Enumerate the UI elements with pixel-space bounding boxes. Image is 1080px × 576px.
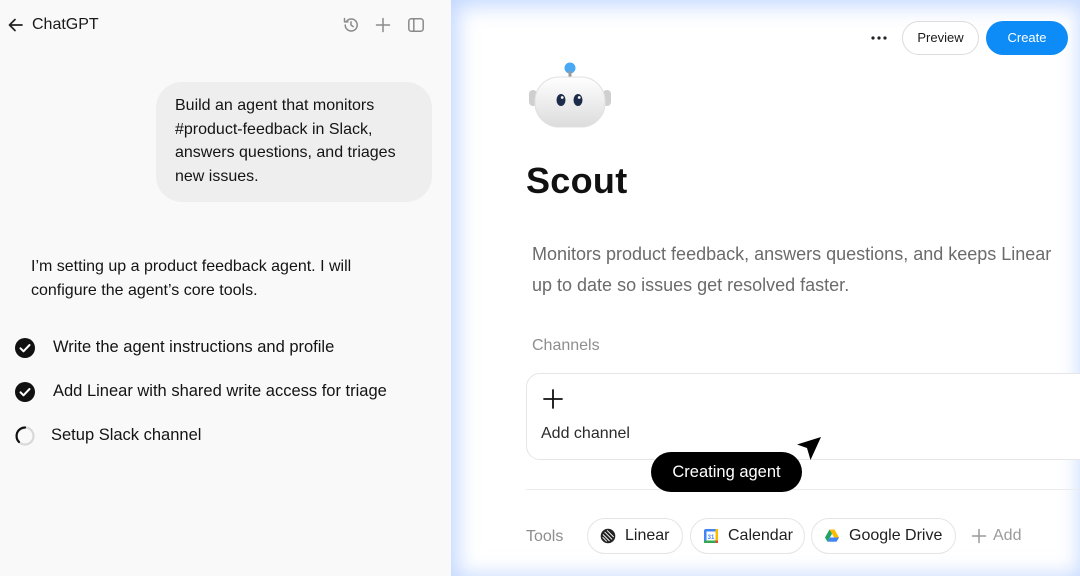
check-circle-icon — [15, 338, 35, 358]
task-item: Add Linear with shared write access for … — [14, 380, 387, 404]
preview-button[interactable]: Preview — [902, 21, 979, 55]
user-message-bubble: Build an agent that monitors #product-fe… — [156, 82, 432, 202]
task-label: Setup Slack channel — [51, 426, 202, 444]
tool-chip-label: Google Drive — [849, 527, 943, 544]
chat-panel: ChatGPT Build an agent that monitors #pr… — [0, 0, 451, 576]
check-circle-icon — [15, 382, 35, 402]
new-chat-plus-icon[interactable] — [373, 15, 393, 35]
robot-avatar-icon[interactable] — [527, 60, 613, 132]
plus-icon — [543, 389, 563, 409]
assistant-message: I’m setting up a product feedback agent.… — [31, 258, 352, 299]
add-tool-button[interactable]: Add — [971, 527, 1021, 545]
loading-spinner-icon — [15, 426, 35, 446]
tool-chip-linear[interactable]: Linear — [587, 518, 683, 554]
tool-chip-label: Linear — [625, 527, 670, 544]
tool-chip-label: Calendar — [728, 527, 793, 544]
creating-agent-status-pill: Creating agent — [651, 452, 802, 492]
add-channel-label: Add channel — [541, 425, 630, 442]
sidebar-toggle-icon[interactable] — [406, 15, 426, 35]
task-item: Setup Slack channel — [14, 424, 201, 448]
chat-topbar: ChatGPT — [0, 0, 451, 52]
task-label: Add Linear with shared write access for … — [53, 382, 387, 400]
section-divider — [526, 489, 1080, 490]
agent-description[interactable]: Monitors product feedback, answers quest… — [532, 239, 1072, 301]
linear-icon — [600, 528, 616, 544]
channels-section-label: Channels — [532, 337, 600, 354]
app-title: ChatGPT — [32, 16, 99, 33]
more-options-icon[interactable] — [867, 26, 891, 50]
history-icon[interactable] — [341, 15, 361, 35]
tools-section-label: Tools — [526, 528, 564, 545]
task-item: Write the agent instructions and profile — [14, 336, 334, 360]
agent-name[interactable]: Scout — [526, 160, 628, 202]
task-label: Write the agent instructions and profile — [53, 338, 335, 356]
svg-text:31: 31 — [708, 535, 715, 541]
back-arrow-icon[interactable] — [6, 15, 26, 35]
tool-chip-calendar[interactable]: 31 Calendar — [690, 518, 805, 554]
create-button[interactable]: Create — [986, 21, 1068, 55]
cursor-pointer-icon — [797, 437, 821, 460]
tool-chip-google-drive[interactable]: Google Drive — [811, 518, 956, 554]
add-tool-label: Add — [993, 527, 1022, 544]
plus-icon — [971, 528, 987, 544]
google-drive-icon — [825, 529, 839, 542]
google-calendar-icon: 31 — [704, 529, 718, 543]
